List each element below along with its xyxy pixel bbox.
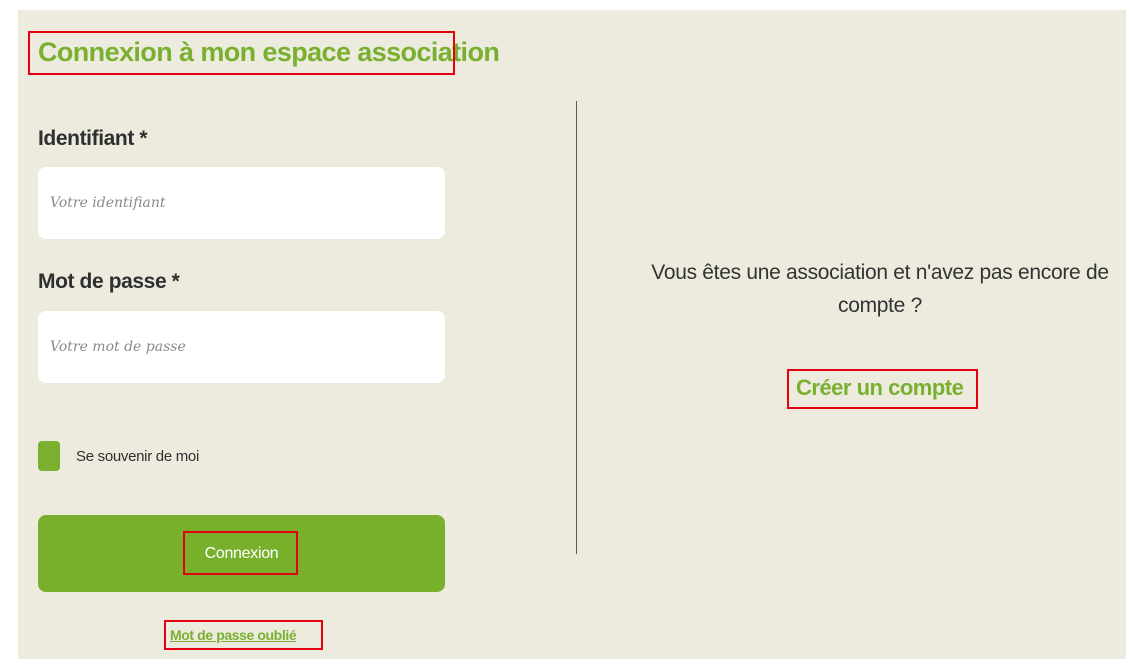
highlight-box-forgot (164, 620, 323, 650)
remember-me-checkbox[interactable] (38, 441, 60, 471)
vertical-divider (576, 101, 577, 554)
remember-me-row[interactable]: Se souvenir de moi (38, 441, 199, 471)
highlight-box-login (183, 531, 298, 575)
identifier-input[interactable] (38, 167, 445, 239)
highlight-box-title (28, 31, 455, 75)
password-input[interactable] (38, 311, 445, 383)
password-label: Mot de passe * (38, 270, 180, 293)
signup-prompt: Vous êtes une association et n'avez pas … (651, 261, 1109, 317)
highlight-box-create (787, 369, 978, 409)
identifier-label: Identifiant * (38, 127, 148, 150)
remember-me-label[interactable]: Se souvenir de moi (76, 448, 199, 465)
